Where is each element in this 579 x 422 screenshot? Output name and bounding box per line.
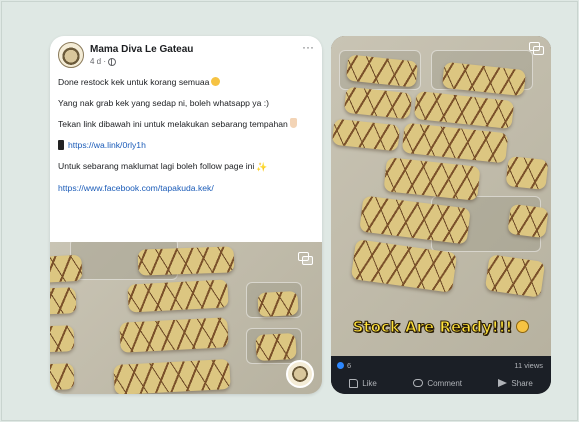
comment-label: Comment [427, 378, 462, 388]
reel-video-cakes[interactable]: Stock Are Ready!!! [331, 36, 551, 356]
more-options-icon[interactable]: ··· [302, 41, 314, 53]
facebook-post-card: Mama Diva Le Gateau 4 d · ··· Done resto… [50, 36, 322, 394]
cake-roll [255, 332, 297, 362]
post-header: Mama Diva Le Gateau 4 d · ··· [58, 41, 314, 72]
instructions-text: Tekan link dibawah ini untuk melakukan s… [58, 119, 288, 129]
comment-button[interactable]: Comment [413, 379, 462, 388]
reel-footer: 6 11 views Like Comment Share [331, 356, 551, 394]
mobile-phone-icon [58, 140, 64, 150]
post-meta: 4 d · [90, 57, 117, 66]
share-arrow-icon [498, 379, 508, 387]
brand-logo-badge [286, 360, 314, 388]
cake-roll [50, 254, 83, 284]
post-line-follow: Untuk sebarang maklumat lagi boleh follo… [58, 160, 314, 174]
thumbs-up-icon [349, 378, 359, 388]
post-line-fb-link: https://www.facebook.com/tapakuda.kek/ [58, 182, 314, 195]
like-label: Like [362, 378, 377, 388]
reel-actions: Like Comment Share [331, 376, 551, 390]
cake-roll [137, 246, 235, 276]
post-photo-cakes[interactable] [50, 242, 322, 394]
post-text: Done restock kek untuk korang semuaa Yan… [58, 76, 314, 203]
reel-overlay-caption: Stock Are Ready!!! [331, 318, 551, 337]
like-count-value: 6 [347, 360, 352, 370]
post-line-restock: Done restock kek untuk korang semuaa [58, 76, 314, 89]
page-name[interactable]: Mama Diva Le Gateau [90, 44, 193, 55]
view-count: 11 views [514, 360, 543, 370]
restock-text: Done restock kek untuk korang semuaa [58, 77, 210, 87]
post-line-whatsapp: Yang nak grab kek yang sedap ni, boleh w… [58, 98, 270, 108]
facebook-page-link[interactable]: https://www.facebook.com/tapakuda.kek/ [58, 183, 214, 193]
follow-text: Untuk sebarang maklumat lagi boleh follo… [58, 161, 255, 171]
globe-icon [108, 57, 117, 66]
cake-roll [50, 325, 75, 353]
like-reaction-icon [337, 361, 344, 369]
cake-roll [50, 287, 77, 315]
reel-card: Stock Are Ready!!! 6 11 views Like Comme… [331, 36, 551, 394]
multiple-photos-icon [529, 42, 544, 55]
cake-roll [119, 317, 229, 353]
reel-stats: 6 11 views [337, 360, 543, 370]
share-button[interactable]: Share [498, 378, 533, 388]
whatsapp-link[interactable]: https://wa.link/0rly1h [68, 140, 146, 150]
post-line-instructions: Tekan link dibawah ini untuk melakukan s… [58, 118, 314, 131]
post-time[interactable]: 4 d · [90, 57, 106, 66]
share-label: Share [511, 378, 533, 388]
like-button[interactable]: Like [349, 378, 377, 388]
comment-bubble-icon [413, 379, 424, 387]
multiple-photos-icon [298, 252, 313, 265]
cake-roll [505, 155, 549, 191]
cake-roll [257, 290, 299, 318]
cake-roll [507, 203, 549, 239]
sparkles-icon: ✨ [256, 162, 268, 172]
laughing-face-icon [516, 320, 530, 333]
cake-roll [127, 279, 229, 313]
cake-roll [50, 363, 75, 391]
like-count[interactable]: 6 [337, 361, 351, 370]
cake-roll [484, 254, 546, 298]
post-line-wa-link: https://wa.link/0rly1h [58, 139, 314, 152]
page-avatar[interactable] [58, 42, 84, 68]
smiling-face-icon [211, 77, 221, 86]
cake-roll [113, 358, 231, 394]
pointing-down-icon [289, 118, 297, 128]
overlay-caption-text: Stock Are Ready!!! [352, 318, 513, 337]
